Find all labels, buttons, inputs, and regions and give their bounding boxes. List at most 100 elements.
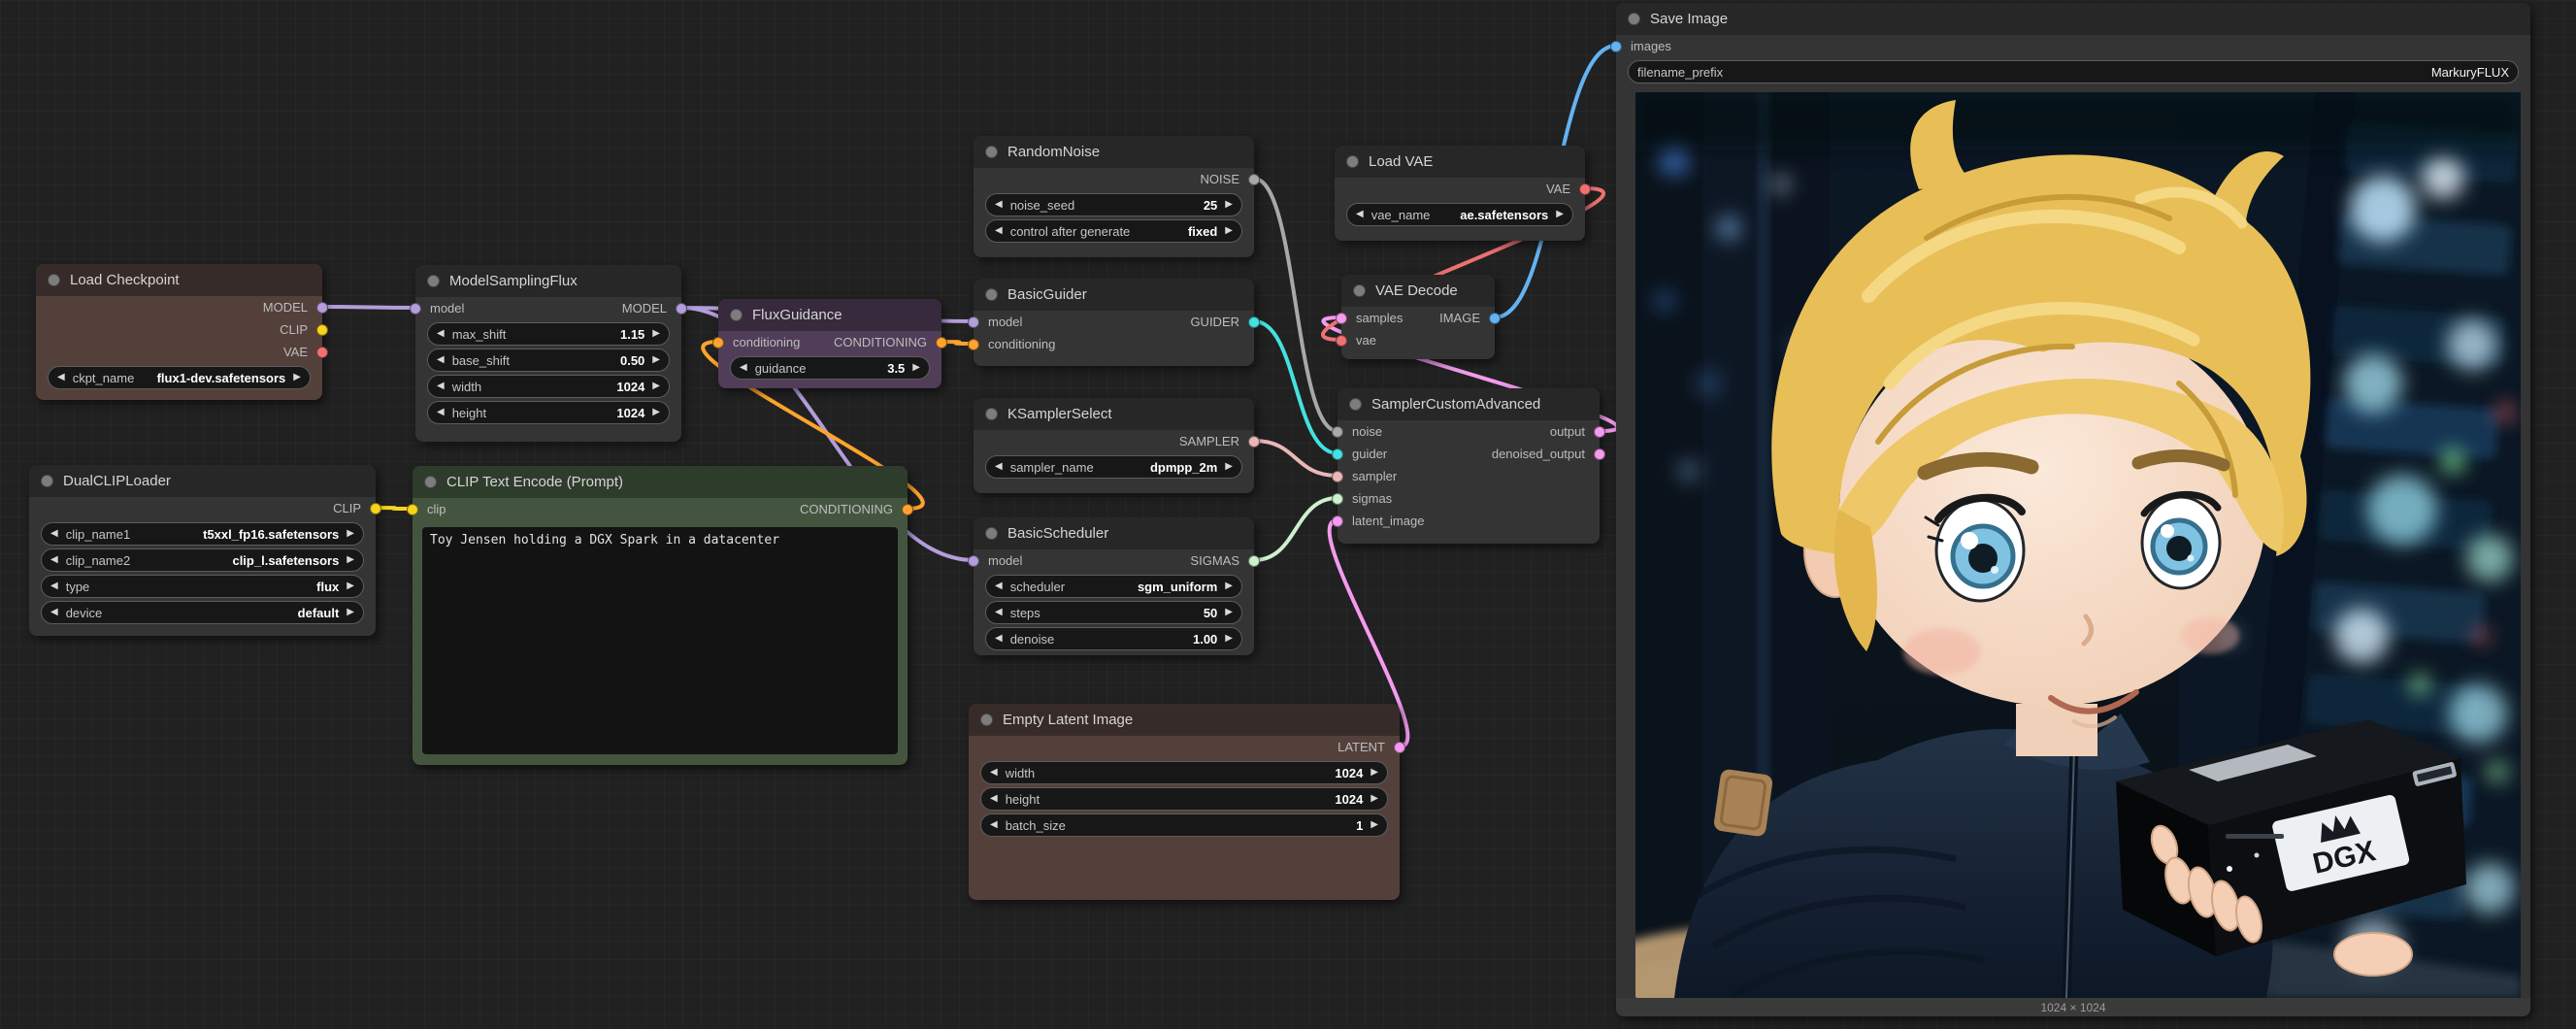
output-port-noise[interactable] — [1248, 174, 1260, 185]
node-header[interactable]: VAE Decode — [1341, 275, 1495, 307]
node-header[interactable]: FluxGuidance — [718, 299, 941, 331]
widget-scheduler[interactable]: ◀ scheduler sgm_uniform ▶ — [985, 575, 1242, 598]
node-header[interactable]: SamplerCustomAdvanced — [1338, 388, 1600, 420]
increment-arrow-icon[interactable]: ▶ — [1225, 462, 1233, 472]
increment-arrow-icon[interactable]: ▶ — [347, 581, 354, 591]
decrement-arrow-icon[interactable]: ◀ — [437, 329, 445, 339]
output-port-vae[interactable] — [316, 347, 328, 358]
collapse-dot-icon[interactable] — [730, 309, 743, 321]
node-header[interactable]: ModelSamplingFlux — [415, 265, 681, 297]
node-model-sampling-flux[interactable]: ModelSamplingFlux model MODEL ◀ max_shif… — [415, 265, 681, 442]
widget-control-after-generate[interactable]: ◀ control after generate fixed ▶ — [985, 219, 1242, 243]
output-port-model[interactable] — [676, 303, 687, 315]
collapse-dot-icon[interactable] — [1346, 155, 1359, 168]
widget-height[interactable]: ◀ height 1024 ▶ — [980, 787, 1388, 811]
widget-sampler-name[interactable]: ◀ sampler_name dpmpp_2m ▶ — [985, 455, 1242, 479]
node-header[interactable]: BasicScheduler — [974, 517, 1254, 549]
widget-clip-name2[interactable]: ◀ clip_name2 clip_l.safetensors ▶ — [41, 548, 364, 572]
input-port-clip[interactable] — [407, 504, 418, 515]
decrement-arrow-icon[interactable]: ◀ — [57, 373, 65, 382]
increment-arrow-icon[interactable]: ▶ — [1371, 820, 1378, 830]
node-dual-clip-loader[interactable]: DualCLIPLoader CLIP ◀ clip_name1 t5xxl_f… — [29, 465, 376, 636]
output-port-output[interactable] — [1594, 426, 1605, 438]
decrement-arrow-icon[interactable]: ◀ — [995, 581, 1003, 591]
output-port-latent[interactable] — [1394, 742, 1405, 753]
output-port-image[interactable] — [1489, 313, 1501, 324]
increment-arrow-icon[interactable]: ▶ — [652, 382, 660, 391]
generated-image-preview[interactable]: DGX — [1635, 92, 2521, 998]
node-header[interactable]: Load Checkpoint — [36, 264, 322, 296]
input-port-images[interactable] — [1610, 41, 1622, 52]
widget-filename-prefix[interactable]: filename_prefix MarkuryFLUX — [1628, 60, 2519, 83]
collapse-dot-icon[interactable] — [427, 275, 440, 287]
increment-arrow-icon[interactable]: ▶ — [1225, 581, 1233, 591]
output-port-clip[interactable] — [370, 503, 381, 514]
widget-batch-size[interactable]: ◀ batch_size 1 ▶ — [980, 813, 1388, 837]
widget-max-shift[interactable]: ◀ max_shift 1.15 ▶ — [427, 322, 670, 346]
node-load-checkpoint[interactable]: Load Checkpoint MODEL CLIP VAE ◀ ckpt_na… — [36, 264, 322, 400]
collapse-dot-icon[interactable] — [1628, 13, 1640, 25]
collapse-dot-icon[interactable] — [1349, 398, 1362, 411]
node-vae-decode[interactable]: VAE Decode samples IMAGE vae — [1341, 275, 1495, 359]
node-header[interactable]: Empty Latent Image — [969, 704, 1400, 736]
decrement-arrow-icon[interactable]: ◀ — [995, 226, 1003, 236]
collapse-dot-icon[interactable] — [424, 476, 437, 488]
output-port-sigmas[interactable] — [1248, 555, 1260, 567]
widget-device[interactable]: ◀ device default ▶ — [41, 601, 364, 624]
output-port-clip[interactable] — [316, 324, 328, 336]
decrement-arrow-icon[interactable]: ◀ — [50, 608, 58, 617]
decrement-arrow-icon[interactable]: ◀ — [995, 200, 1003, 210]
input-port-sigmas[interactable] — [1332, 493, 1343, 505]
input-port-guider[interactable] — [1332, 448, 1343, 460]
input-port-vae[interactable] — [1336, 335, 1347, 347]
node-random-noise[interactable]: RandomNoise NOISE ◀ noise_seed 25 ▶ ◀ co… — [974, 136, 1254, 257]
increment-arrow-icon[interactable]: ▶ — [652, 329, 660, 339]
widget-denoise[interactable]: ◀ denoise 1.00 ▶ — [985, 627, 1242, 650]
decrement-arrow-icon[interactable]: ◀ — [50, 581, 58, 591]
node-header[interactable]: RandomNoise — [974, 136, 1254, 168]
collapse-dot-icon[interactable] — [48, 274, 60, 286]
increment-arrow-icon[interactable]: ▶ — [1225, 634, 1233, 644]
input-port-conditioning[interactable] — [712, 337, 724, 349]
output-port-guider[interactable] — [1248, 316, 1260, 328]
prompt-textarea[interactable]: Toy Jensen holding a DGX Spark in a data… — [422, 527, 898, 754]
widget-width[interactable]: ◀ width 1024 ▶ — [980, 761, 1388, 784]
input-port-model[interactable] — [968, 316, 979, 328]
node-sampler-custom-advanced[interactable]: SamplerCustomAdvanced noise output guide… — [1338, 388, 1600, 544]
widget-height[interactable]: ◀ height 1024 ▶ — [427, 401, 670, 424]
node-clip-text-encode[interactable]: CLIP Text Encode (Prompt) clip CONDITION… — [413, 466, 908, 765]
increment-arrow-icon[interactable]: ▶ — [1225, 200, 1233, 210]
node-empty-latent-image[interactable]: Empty Latent Image LATENT ◀ width 1024 ▶… — [969, 704, 1400, 900]
collapse-dot-icon[interactable] — [985, 146, 998, 158]
increment-arrow-icon[interactable]: ▶ — [1225, 226, 1233, 236]
collapse-dot-icon[interactable] — [980, 714, 993, 726]
input-port-conditioning[interactable] — [968, 339, 979, 350]
widget-clip-name1[interactable]: ◀ clip_name1 t5xxl_fp16.safetensors ▶ — [41, 522, 364, 546]
output-port-model[interactable] — [316, 302, 328, 314]
decrement-arrow-icon[interactable]: ◀ — [50, 555, 58, 565]
widget-ckpt-name[interactable]: ◀ ckpt_name flux1-dev.safetensors ▶ — [48, 366, 311, 389]
output-port-sampler[interactable] — [1248, 436, 1260, 448]
node-ksampler-select[interactable]: KSamplerSelect SAMPLER ◀ sampler_name dp… — [974, 398, 1254, 493]
node-header[interactable]: Load VAE — [1335, 146, 1585, 178]
decrement-arrow-icon[interactable]: ◀ — [437, 382, 445, 391]
input-port-noise[interactable] — [1332, 426, 1343, 438]
input-port-model[interactable] — [968, 555, 979, 567]
node-header[interactable]: BasicGuider — [974, 279, 1254, 311]
increment-arrow-icon[interactable]: ▶ — [347, 608, 354, 617]
collapse-dot-icon[interactable] — [985, 527, 998, 540]
increment-arrow-icon[interactable]: ▶ — [347, 529, 354, 539]
collapse-dot-icon[interactable] — [985, 288, 998, 301]
input-port-model[interactable] — [410, 303, 421, 315]
node-load-vae[interactable]: Load VAE VAE ◀ vae_name ae.safetensors ▶ — [1335, 146, 1585, 241]
increment-arrow-icon[interactable]: ▶ — [293, 373, 301, 382]
widget-steps[interactable]: ◀ steps 50 ▶ — [985, 601, 1242, 624]
increment-arrow-icon[interactable]: ▶ — [1225, 608, 1233, 617]
decrement-arrow-icon[interactable]: ◀ — [437, 355, 445, 365]
collapse-dot-icon[interactable] — [1353, 284, 1366, 297]
increment-arrow-icon[interactable]: ▶ — [347, 555, 354, 565]
node-flux-guidance[interactable]: FluxGuidance conditioning CONDITIONING ◀… — [718, 299, 941, 388]
node-basic-guider[interactable]: BasicGuider model GUIDER conditioning — [974, 279, 1254, 366]
increment-arrow-icon[interactable]: ▶ — [1371, 794, 1378, 804]
output-port-vae[interactable] — [1579, 183, 1591, 195]
